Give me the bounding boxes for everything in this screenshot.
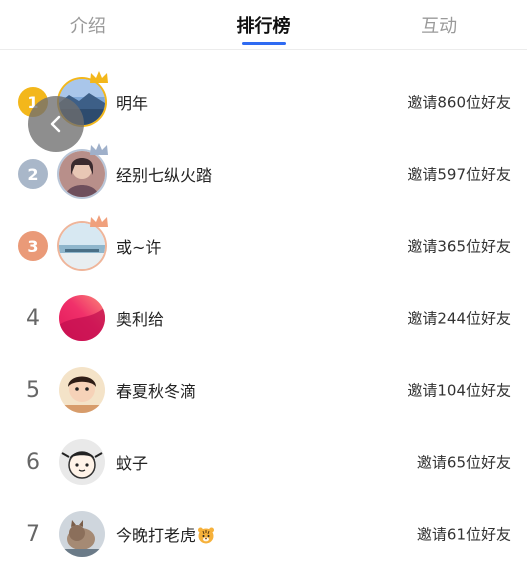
invite-count: 邀请860位好友 bbox=[407, 93, 511, 112]
user-name: 蚊子 bbox=[116, 454, 149, 473]
avatar[interactable] bbox=[59, 511, 105, 557]
back-button[interactable] bbox=[28, 96, 84, 152]
user-name: 或~许 bbox=[116, 238, 162, 257]
tab-leaderboard[interactable]: 排行榜 bbox=[176, 0, 352, 49]
avatar[interactable] bbox=[59, 143, 108, 197]
avatar-image bbox=[59, 511, 105, 557]
ranking-row[interactable]: 2 经别七纵火踏 邀请597位好友 bbox=[0, 138, 527, 210]
tab-bar: 介绍 排行榜 互动 bbox=[0, 0, 527, 50]
crown-icon bbox=[90, 143, 108, 155]
avatar[interactable] bbox=[59, 215, 108, 269]
avatar-image bbox=[59, 295, 105, 341]
rank-number: 7 bbox=[26, 521, 40, 547]
invite-count: 邀请365位好友 bbox=[407, 237, 511, 256]
tab-intro[interactable]: 介绍 bbox=[0, 0, 176, 49]
user-name: 经别七纵火踏 bbox=[116, 166, 213, 185]
user-name-text: 今晚打老虎 bbox=[116, 526, 197, 545]
ranking-row[interactable]: 4 奥利给 邀请244位好友 bbox=[0, 282, 527, 354]
tiger-face-icon bbox=[198, 527, 215, 544]
tab-intro-label: 介绍 bbox=[69, 15, 106, 37]
user-name: 春夏秋冬滴 bbox=[116, 382, 197, 401]
rank-number: 5 bbox=[26, 377, 40, 403]
avatar-image bbox=[59, 439, 105, 485]
tab-interaction[interactable]: 互动 bbox=[351, 0, 527, 49]
invite-count: 邀请104位好友 bbox=[407, 381, 511, 400]
invite-count: 邀请61位好友 bbox=[416, 525, 511, 544]
user-name: 奥利给 bbox=[116, 310, 165, 329]
avatar-image bbox=[59, 223, 105, 269]
ranking-list: 1 明年 邀请860位好友 2 经别七纵火踏 邀请597位好友 3 或~许 邀请… bbox=[0, 66, 527, 570]
silver-medal-badge: 2 bbox=[18, 159, 48, 189]
crown-icon bbox=[90, 215, 108, 227]
invite-count: 邀请65位好友 bbox=[416, 453, 511, 472]
avatar[interactable] bbox=[59, 367, 105, 413]
rank-number: 6 bbox=[26, 449, 40, 475]
avatar-image bbox=[59, 367, 105, 413]
invite-count: 邀请244位好友 bbox=[407, 309, 511, 328]
user-name: 明年 bbox=[116, 94, 149, 113]
chevron-left-icon bbox=[50, 115, 61, 133]
ranking-row[interactable]: 3 或~许 邀请365位好友 bbox=[0, 210, 527, 282]
ranking-row[interactable]: 7 今晚打老虎 邀请61位好友 bbox=[0, 498, 527, 570]
tab-interaction-label: 互动 bbox=[421, 15, 458, 37]
user-name: 今晚打老虎 bbox=[116, 522, 215, 546]
avatar[interactable] bbox=[59, 295, 105, 341]
active-tab-indicator bbox=[241, 42, 286, 45]
avatar-image bbox=[59, 151, 105, 197]
tab-leaderboard-label: 排行榜 bbox=[236, 15, 291, 37]
invite-count: 邀请597位好友 bbox=[407, 165, 511, 184]
bronze-medal-badge: 3 bbox=[18, 231, 48, 261]
avatar[interactable] bbox=[59, 439, 105, 485]
rank-number: 4 bbox=[26, 305, 40, 331]
ranking-row[interactable]: 6 蚊子 邀请65位好友 bbox=[0, 426, 527, 498]
ranking-row[interactable]: 5 春夏秋冬滴 邀请104位好友 bbox=[0, 354, 527, 426]
crown-icon bbox=[90, 71, 108, 83]
